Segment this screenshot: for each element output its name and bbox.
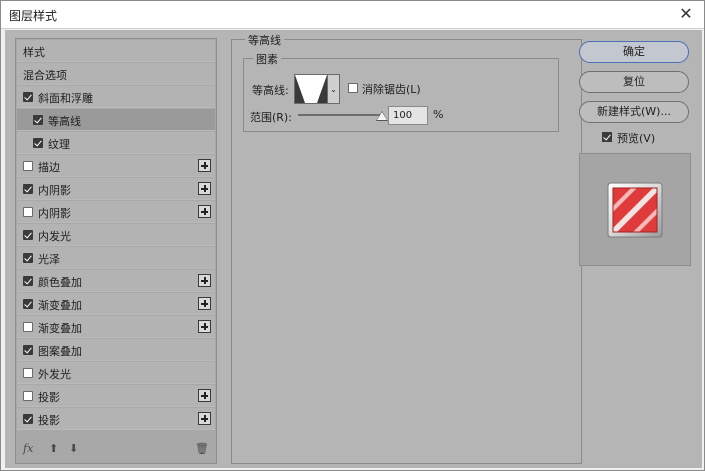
style-item-row[interactable]: 斜面和浮雕 bbox=[17, 86, 215, 108]
add-effect-icon[interactable] bbox=[198, 159, 211, 172]
style-item-label: 颜色叠加 bbox=[38, 276, 82, 289]
preview-label: 预览(V) bbox=[617, 132, 656, 145]
style-item-label: 等高线 bbox=[48, 115, 81, 128]
close-icon[interactable]: ✕ bbox=[676, 4, 696, 24]
style-item-checkbox[interactable] bbox=[33, 115, 43, 125]
style-item-row[interactable]: 纹理 bbox=[17, 132, 215, 154]
styles-list: 样式 混合选项 斜面和浮雕 等高线 纹理 描边 内阴影 内阴影 内发光 光泽 颜色叠加 渐变叠加渐… bbox=[15, 38, 217, 464]
style-item-checkbox[interactable] bbox=[23, 253, 33, 263]
style-item-checkbox[interactable] bbox=[23, 207, 33, 217]
style-item-row[interactable]: 外发光 bbox=[17, 362, 215, 384]
elements-group-title: 图素 bbox=[253, 51, 281, 67]
style-item-row[interactable]: 颜色叠加 bbox=[17, 270, 215, 292]
fx-icon[interactable]: fx bbox=[23, 442, 33, 455]
style-item-label: 内阴影 bbox=[38, 184, 71, 197]
anti-alias-checkbox[interactable] bbox=[348, 83, 358, 93]
style-item-label: 投影 bbox=[38, 391, 60, 404]
layer-style-dialog: 图层样式 ✕ 样式 混合选项 斜面和浮雕 等高线 纹理 描边 内阴影 内阴影 内发光 光泽 颜色… bbox=[0, 0, 705, 471]
style-item-label: 内阴影 bbox=[38, 207, 71, 220]
style-item-checkbox[interactable] bbox=[23, 345, 33, 355]
add-effect-icon[interactable] bbox=[198, 412, 211, 425]
style-item-label: 渐变叠加 bbox=[38, 322, 82, 335]
style-item-checkbox[interactable] bbox=[23, 391, 33, 401]
contour-picker[interactable] bbox=[294, 74, 328, 104]
styles-list-footer: fx ⬆ ⬇ 🗑 bbox=[17, 436, 215, 462]
range-slider-track[interactable] bbox=[298, 114, 384, 116]
style-item-row[interactable]: 描边 bbox=[17, 155, 215, 177]
move-down-icon[interactable]: ⬇ bbox=[69, 442, 78, 455]
contour-curve-icon bbox=[295, 75, 327, 103]
range-input[interactable]: 100 bbox=[388, 106, 428, 125]
style-item-label: 渐变叠加 bbox=[38, 299, 82, 312]
style-item-row[interactable]: 渐变叠加 bbox=[17, 293, 215, 315]
add-effect-icon[interactable] bbox=[198, 182, 211, 195]
style-item-checkbox[interactable] bbox=[23, 276, 33, 286]
reset-button[interactable]: 复位 bbox=[579, 71, 689, 93]
preview-swatch bbox=[607, 182, 663, 238]
styles-header: 样式 bbox=[23, 46, 45, 59]
preview-checkbox[interactable] bbox=[602, 132, 612, 142]
style-item-checkbox[interactable] bbox=[23, 92, 33, 102]
chevron-down-icon[interactable]: ⌄ bbox=[328, 74, 340, 104]
style-item-row[interactable]: 内阴影 bbox=[17, 201, 215, 223]
style-item-checkbox[interactable] bbox=[23, 184, 33, 194]
move-up-icon[interactable]: ⬆ bbox=[49, 442, 58, 455]
style-item-label: 投影 bbox=[38, 414, 60, 427]
style-item-label: 内发光 bbox=[38, 230, 71, 243]
style-item-checkbox[interactable] bbox=[23, 299, 33, 309]
style-item-checkbox[interactable] bbox=[23, 161, 33, 171]
ok-button[interactable]: 确定 bbox=[579, 41, 689, 63]
style-item-checkbox[interactable] bbox=[23, 368, 33, 378]
style-item-label: 纹理 bbox=[48, 138, 70, 151]
style-item-checkbox[interactable] bbox=[23, 414, 33, 424]
style-item-row[interactable]: 内阴影 bbox=[17, 178, 215, 200]
add-effect-icon[interactable] bbox=[198, 297, 211, 310]
contour-label: 等高线: bbox=[252, 84, 289, 97]
style-item-row[interactable]: 光泽 bbox=[17, 247, 215, 269]
dialog-content: 样式 混合选项 斜面和浮雕 等高线 纹理 描边 内阴影 内阴影 内发光 光泽 颜色叠加 渐变叠加渐… bbox=[5, 30, 702, 468]
style-item-row[interactable]: 图案叠加 bbox=[17, 339, 215, 361]
add-effect-icon[interactable] bbox=[198, 205, 211, 218]
style-item-label: 光泽 bbox=[38, 253, 60, 266]
style-preview bbox=[579, 153, 691, 266]
blend-options-row[interactable]: 混合选项 bbox=[17, 63, 215, 85]
range-unit: % bbox=[433, 108, 444, 121]
style-item-label: 外发光 bbox=[38, 368, 71, 381]
style-item-row[interactable]: 投影 bbox=[17, 408, 215, 430]
style-item-row[interactable]: 渐变叠加 bbox=[17, 316, 215, 338]
style-item-checkbox[interactable] bbox=[23, 230, 33, 240]
style-item-checkbox[interactable] bbox=[23, 322, 33, 332]
range-label: 范围(R): bbox=[250, 111, 292, 124]
style-item-label: 图案叠加 bbox=[38, 345, 82, 358]
style-item-row[interactable]: 等高线 bbox=[17, 109, 215, 131]
add-effect-icon[interactable] bbox=[198, 389, 211, 402]
styles-header-row[interactable]: 样式 bbox=[17, 40, 215, 62]
style-item-label: 描边 bbox=[38, 161, 60, 174]
style-item-label: 斜面和浮雕 bbox=[38, 92, 93, 105]
anti-alias-label: 消除锯齿(L) bbox=[362, 83, 421, 96]
add-effect-icon[interactable] bbox=[198, 320, 211, 333]
style-item-row[interactable]: 内发光 bbox=[17, 224, 215, 246]
contour-group-title: 等高线 bbox=[245, 32, 284, 48]
style-item-row[interactable]: 投影 bbox=[17, 385, 215, 407]
range-slider-thumb[interactable] bbox=[377, 112, 387, 120]
window-title: 图层样式 bbox=[9, 9, 58, 23]
title-bar: 图层样式 ✕ bbox=[1, 1, 704, 29]
blend-options-label: 混合选项 bbox=[23, 69, 67, 82]
add-effect-icon[interactable] bbox=[198, 274, 211, 287]
trash-icon[interactable]: 🗑 bbox=[195, 442, 209, 455]
style-item-checkbox[interactable] bbox=[33, 138, 43, 148]
new-style-button[interactable]: 新建样式(W)... bbox=[579, 101, 689, 123]
